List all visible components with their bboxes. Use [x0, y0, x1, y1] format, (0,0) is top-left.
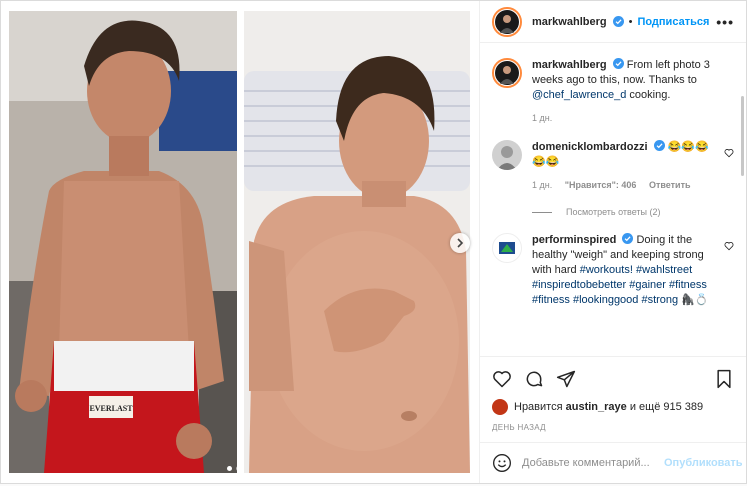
heart-icon[interactable]: [492, 369, 512, 389]
comment-likes[interactable]: "Нравится": 406: [565, 180, 637, 190]
caption-avatar[interactable]: [492, 58, 522, 88]
likes-prefix: Нравится: [514, 401, 563, 413]
commenter-avatar[interactable]: [492, 140, 522, 170]
instagram-post: EVERLAST markwahlberg • Подписаться ••• …: [0, 0, 747, 484]
likes-suffix: и ещё 915 389: [629, 401, 704, 413]
liker-avatar: [492, 399, 508, 415]
commenter-username[interactable]: performinspired: [532, 234, 616, 246]
photo-before: EVERLAST: [9, 11, 237, 473]
author-username[interactable]: markwahlberg: [532, 16, 607, 28]
add-comment-bar: Опубликовать: [480, 442, 746, 483]
caption-username[interactable]: markwahlberg: [532, 59, 607, 71]
comment-body: domenicklombardozzi 😂😂😂 😂😂 1 дн. "Нравит…: [532, 140, 734, 193]
header-separator: •: [628, 15, 633, 28]
caption: markwahlberg From left photo 3 weeks ago…: [492, 58, 734, 126]
caption-text-after: cooking.: [629, 89, 671, 101]
likes-summary[interactable]: Нравится austin_raye и ещё 915 389: [492, 399, 734, 415]
caption-time: 1 дн.: [532, 113, 553, 123]
author-avatar[interactable]: [492, 6, 522, 37]
post-side-panel: markwahlberg • Подписаться ••• markwahlb…: [480, 1, 746, 483]
like-comment-heart-icon[interactable]: [724, 241, 734, 254]
bookmark-icon[interactable]: [714, 369, 734, 389]
photo-after: [244, 11, 470, 473]
more-options-icon[interactable]: •••: [716, 14, 734, 30]
comments-list[interactable]: markwahlberg From left photo 3 weeks ago…: [480, 44, 746, 356]
comment-body: performinspired Doing it the healthy "we…: [532, 233, 734, 308]
chevron-right-icon: [455, 238, 465, 248]
commenter-avatar[interactable]: [492, 233, 522, 263]
carousel-dot-active: [227, 466, 232, 471]
next-slide-button[interactable]: [450, 233, 470, 253]
comment-item: domenicklombardozzi 😂😂😂 😂😂 1 дн. "Нравит…: [492, 140, 734, 193]
post-media[interactable]: EVERLAST: [1, 1, 480, 483]
liker-username[interactable]: austin_raye: [566, 401, 627, 413]
replies-divider: [532, 211, 552, 213]
post-actions: Нравится austin_raye и ещё 915 389 ДЕНЬ …: [480, 356, 746, 432]
caption-mention[interactable]: @chef_lawrence_d: [532, 89, 626, 101]
comment-input[interactable]: [522, 457, 664, 469]
comment-item: performinspired Doing it the healthy "we…: [492, 233, 734, 308]
like-comment-heart-icon[interactable]: [724, 148, 734, 161]
comment-icon[interactable]: [524, 369, 544, 389]
view-replies-label: Посмотреть ответы (2): [566, 207, 661, 217]
post-timestamp[interactable]: ДЕНЬ НАЗАД: [492, 423, 734, 432]
post-header: markwahlberg • Подписаться •••: [480, 1, 746, 43]
verified-icon: [653, 140, 665, 151]
publish-button[interactable]: Опубликовать: [664, 457, 743, 469]
comments-scrollbar[interactable]: [741, 96, 744, 176]
follow-button[interactable]: Подписаться: [637, 16, 709, 28]
emoji-icon[interactable]: [492, 453, 512, 473]
reply-button[interactable]: Ответить: [649, 180, 691, 190]
view-replies-button[interactable]: Посмотреть ответы (2): [532, 207, 734, 217]
verified-icon: [612, 16, 624, 27]
carousel-dot: [236, 466, 241, 471]
verified-icon: [622, 233, 634, 244]
carousel-dots: [227, 466, 241, 471]
svg-text:EVERLAST: EVERLAST: [89, 404, 133, 413]
share-icon[interactable]: [556, 369, 576, 389]
verified-icon: [612, 58, 624, 69]
commenter-username[interactable]: domenicklombardozzi: [532, 141, 648, 153]
comment-time: 1 дн.: [532, 180, 553, 190]
caption-body: markwahlberg From left photo 3 weeks ago…: [532, 58, 734, 126]
